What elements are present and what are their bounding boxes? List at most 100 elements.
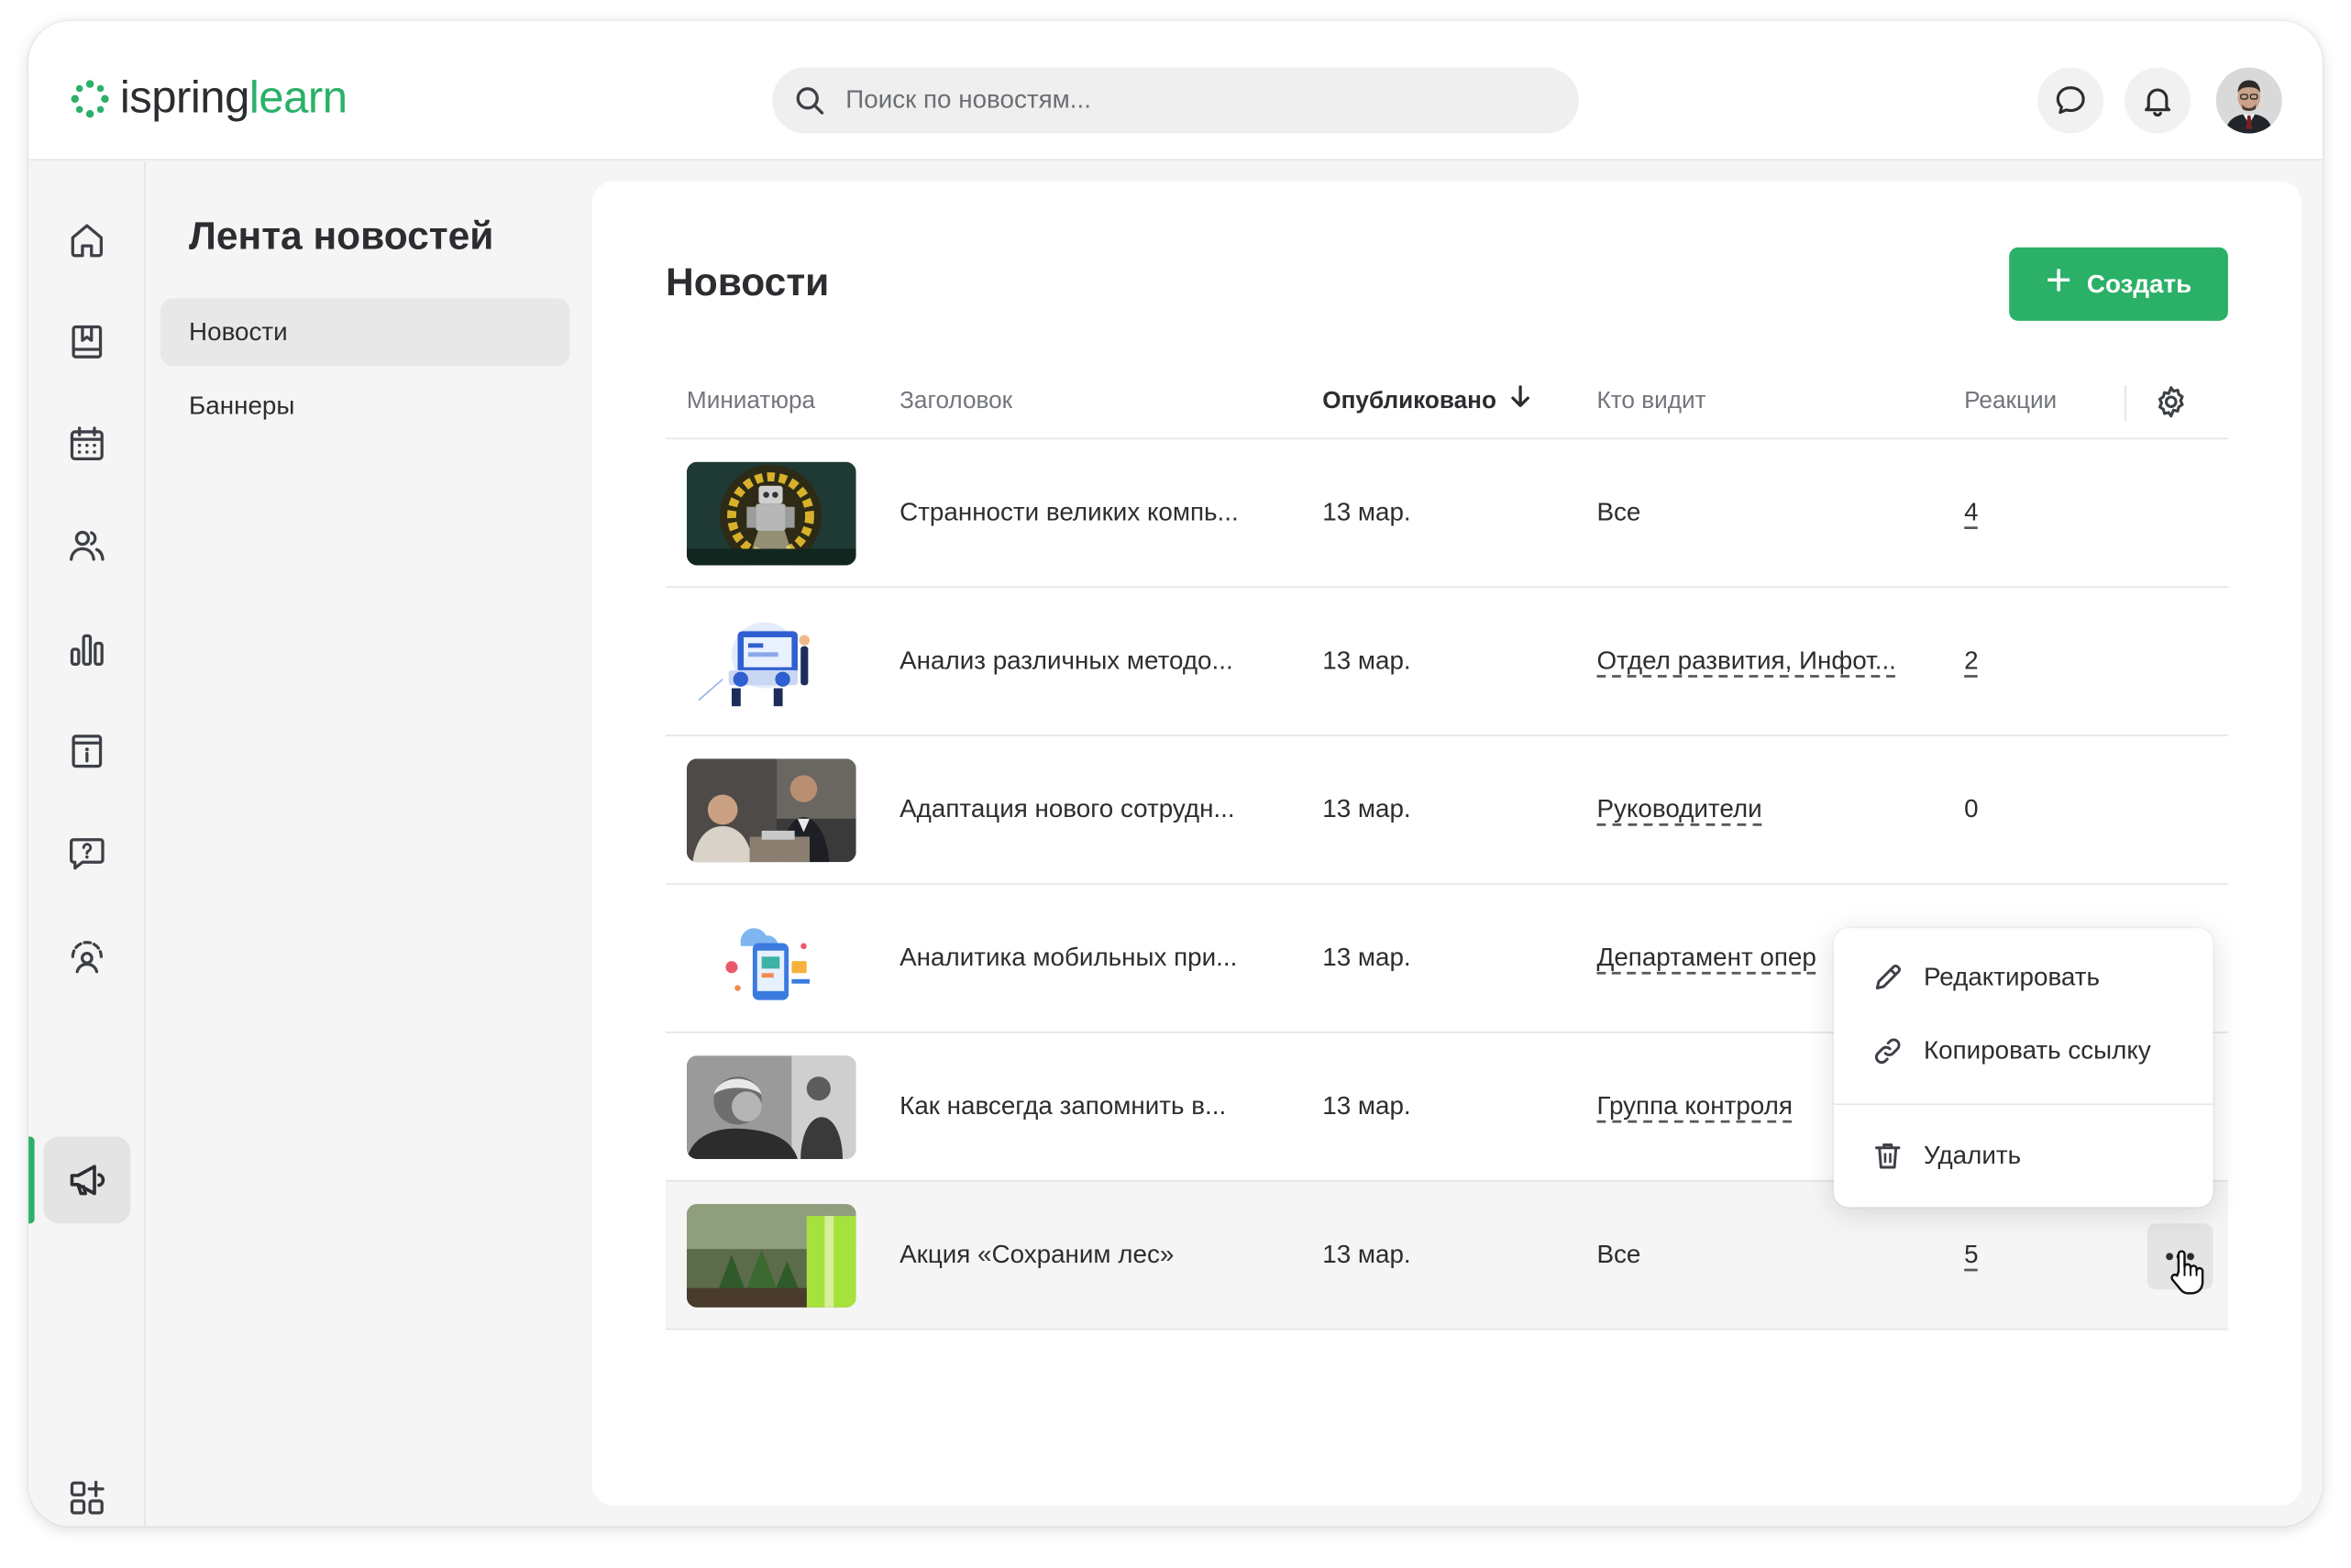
rail-competence[interactable]: [43, 911, 130, 999]
table-header: Миниатюра Заголовок Опубликовано Кто вид…: [666, 364, 2228, 440]
search-icon: [796, 87, 824, 115]
thumbnail-office-photo: [686, 758, 856, 863]
rail-reports[interactable]: [43, 606, 130, 693]
ispring-logo-icon: [71, 80, 109, 118]
row-audience[interactable]: Отдел развития, Инфот...: [1596, 588, 1917, 734]
row-audience: Все: [1596, 497, 1641, 526]
create-button[interactable]: + Создать: [2009, 247, 2228, 321]
thumbnail-forest-photo: [686, 1204, 856, 1308]
table-row[interactable]: Адаптация нового сотрудн... 13 мар. Руко…: [666, 736, 2228, 885]
top-header: ispringlearn: [28, 20, 2323, 160]
table-row[interactable]: Анализ различных методо... 13 мар. Отдел…: [666, 588, 2228, 736]
link-icon: [1874, 1038, 1901, 1064]
create-button-label: Создать: [2086, 269, 2192, 298]
row-actions-menu: Редактировать Копировать ссылку Удалить: [1833, 928, 2213, 1208]
rail-courses[interactable]: [43, 298, 130, 385]
rail-home[interactable]: [43, 196, 130, 283]
page-title: Новости: [666, 259, 830, 304]
thumbnail: [686, 461, 856, 566]
main-content: Новости + Создать Миниатюра Заголовок Оп…: [591, 181, 2302, 1506]
gauge-icon: [71, 941, 104, 974]
thumbnail-analysis-illustration: [686, 610, 856, 714]
row-date: 13 мар.: [1322, 794, 1411, 823]
app-window: ispringlearn Поиск по новостям... Лента …: [28, 20, 2323, 1527]
rail-active-indicator: [28, 1136, 35, 1224]
rail-info[interactable]: [43, 708, 130, 795]
row-date: 13 мар.: [1322, 943, 1411, 972]
row-reactions: 0: [1964, 794, 1979, 823]
table-row[interactable]: Странности великих компь... 13 мар. Все …: [666, 439, 2228, 588]
question-icon: [70, 838, 105, 870]
row-title[interactable]: Странности великих компь...: [900, 439, 1277, 586]
column-title[interactable]: Заголовок: [900, 364, 1012, 439]
rail-add-apps[interactable]: [43, 1454, 130, 1526]
row-date: 13 мар.: [1322, 646, 1411, 675]
section-title: Лента новостей: [189, 213, 494, 259]
logo-text: ispringlearn: [119, 73, 348, 124]
menu-copy-label: Копировать ссылку: [1923, 1035, 2151, 1065]
avatar[interactable]: [2215, 67, 2282, 134]
users-icon: [70, 530, 105, 561]
book-icon: [72, 325, 103, 359]
section-sidebar: Лента новостей Новости Баннеры: [147, 162, 592, 1527]
thumbnail: [686, 610, 856, 714]
menu-edit-label: Редактировать: [1923, 962, 2100, 991]
stage: ispringlearn Поиск по новостям... Лента …: [0, 0, 2351, 1568]
thumbnail-mobile-illustration: [686, 907, 856, 1011]
row-title[interactable]: Анализ различных методо...: [900, 588, 1277, 734]
chat-button[interactable]: [2037, 67, 2104, 134]
hand-cursor-icon: [2170, 1250, 2204, 1295]
notifications-button[interactable]: [2125, 67, 2191, 134]
menu-divider: [1833, 1103, 2213, 1106]
column-reactions[interactable]: Реакции: [1964, 364, 2057, 439]
row-date: 13 мар.: [1322, 1240, 1411, 1269]
pencil-icon: [1875, 964, 1902, 990]
add-apps-icon: [70, 1480, 105, 1515]
section-item-news[interactable]: Новости: [160, 298, 570, 366]
left-rail: [28, 161, 146, 1527]
search-input[interactable]: [845, 85, 1506, 116]
thumbnail: [686, 758, 856, 863]
trash-icon: [1874, 1143, 1901, 1169]
arrow-down-icon: [1511, 385, 1529, 407]
row-date: 13 мар.: [1322, 1091, 1411, 1121]
row-title[interactable]: Как навсегда запомнить в...: [900, 1033, 1277, 1180]
section-item-banners[interactable]: Баннеры: [160, 372, 569, 440]
row-audience[interactable]: Руководители: [1596, 736, 1917, 883]
rail-news[interactable]: [43, 1136, 131, 1224]
menu-delete-label: Удалить: [1923, 1141, 2022, 1170]
thumbnail: [686, 1055, 856, 1160]
row-title[interactable]: Акция «Сохраним лес»: [900, 1182, 1277, 1329]
menu-item-delete[interactable]: Удалить: [1834, 1120, 2213, 1191]
user-avatar-image: [2215, 67, 2282, 134]
header-divider: [2125, 385, 2126, 422]
row-reactions[interactable]: 2: [1964, 588, 1978, 734]
bell-icon: [2145, 88, 2171, 117]
megaphone-icon: [70, 1165, 105, 1196]
chat-icon: [2056, 86, 2085, 115]
home-icon: [71, 224, 104, 258]
rail-questions[interactable]: [43, 810, 130, 897]
column-who[interactable]: Кто видит: [1596, 364, 1705, 439]
row-title[interactable]: Адаптация нового сотрудн...: [900, 736, 1277, 883]
row-reactions[interactable]: 4: [1964, 439, 1978, 586]
logo[interactable]: ispringlearn: [69, 71, 348, 127]
menu-item-copy-link[interactable]: Копировать ссылку: [1834, 1015, 2213, 1087]
row-date: 13 мар.: [1322, 497, 1411, 526]
calendar-icon: [70, 426, 104, 461]
chart-icon: [70, 634, 104, 667]
column-published-label: Опубликовано: [1322, 388, 1496, 414]
search-bar[interactable]: [772, 67, 1579, 134]
rail-users[interactable]: [43, 502, 130, 590]
thumbnail-bw-photo: [686, 1055, 856, 1160]
thumbnail-computers-image: [686, 461, 856, 566]
column-thumb: Миниатюра: [686, 388, 816, 414]
gear-icon[interactable]: [2153, 384, 2189, 420]
rail-calendar[interactable]: [43, 401, 130, 488]
row-title[interactable]: Аналитика мобильных при...: [900, 885, 1277, 1032]
menu-item-edit[interactable]: Редактировать: [1834, 942, 2213, 1013]
info-icon: [72, 734, 103, 768]
thumbnail: [686, 1204, 856, 1308]
column-published[interactable]: Опубликовано: [1322, 364, 1530, 439]
plus-icon: +: [2045, 256, 2072, 306]
